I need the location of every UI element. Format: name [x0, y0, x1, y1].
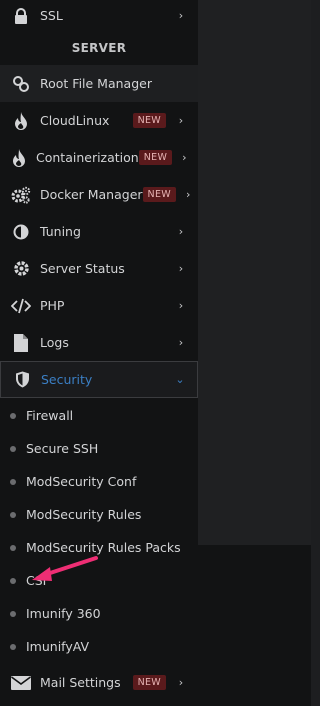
sidebar-item-label: Tuning	[40, 224, 81, 239]
flame-icon	[11, 148, 27, 168]
sidebar-item-php[interactable]: PHP ›	[0, 287, 198, 324]
sidebar-item-logs[interactable]: Logs ›	[0, 324, 198, 361]
envelope-icon	[11, 673, 31, 693]
section-header-server: SERVER	[71, 41, 127, 55]
bullet-icon	[10, 544, 16, 551]
flame-icon	[11, 111, 31, 131]
chevron-right-icon: ›	[178, 336, 184, 349]
sidebar-item-server-status[interactable]: Server Status ›	[0, 250, 198, 287]
lock-icon	[11, 6, 31, 26]
chevron-right-icon: ›	[178, 676, 184, 689]
chevron-right-icon: ›	[185, 188, 191, 201]
submenu-item-label: ModSecurity Rules Packs	[26, 540, 181, 555]
code-icon	[11, 296, 31, 316]
chevron-right-icon: ›	[182, 151, 187, 164]
submenu-item-label: Firewall	[26, 408, 74, 423]
submenu-item-label: ModSecurity Conf	[26, 474, 137, 489]
sidebar-item-label: SSL	[40, 8, 63, 23]
bullet-icon	[10, 643, 16, 650]
sidebar-item-label: Containerization	[36, 150, 139, 165]
bullet-icon	[10, 478, 16, 485]
new-badge: NEW	[132, 675, 166, 690]
submenu-item-imunifyav[interactable]: ImunifyAV	[0, 630, 198, 663]
submenu-item-label: ModSecurity Rules	[26, 507, 142, 522]
submenu-item-modsecurity-conf[interactable]: ModSecurity Conf	[0, 465, 198, 498]
chevron-right-icon: ›	[178, 9, 184, 22]
bullet-icon	[10, 412, 16, 419]
submenu-item-label: Imunify 360	[26, 606, 101, 621]
chevron-right-icon: ›	[178, 299, 184, 312]
sidebar-item-label: Security	[41, 372, 93, 387]
bullet-icon	[10, 610, 16, 617]
sidebar-item-containerization[interactable]: Containerization NEW ›	[0, 139, 198, 176]
sidebar-item-label: Docker Manager	[40, 187, 143, 202]
sidebar-item-root-file-manager[interactable]: Root File Manager	[0, 65, 198, 102]
gears-icon	[11, 185, 31, 205]
submenu-item-modsecurity-rules[interactable]: ModSecurity Rules	[0, 498, 198, 531]
sidebar-item-label: Mail Settings	[40, 675, 121, 690]
sidebar-item-label: PHP	[40, 298, 65, 313]
sidebar-item-label: Root File Manager	[40, 76, 152, 91]
contrast-icon	[11, 222, 31, 242]
sidebar-item-ssl[interactable]: SSL ›	[0, 0, 198, 34]
chevron-down-icon: ⌄	[175, 373, 185, 386]
new-badge: NEW	[142, 187, 176, 202]
file-icon	[11, 333, 31, 353]
shield-icon	[12, 370, 32, 390]
sidebar-item-label: Logs	[40, 335, 69, 350]
gear-icon	[11, 259, 31, 279]
main-content-lower	[198, 545, 311, 706]
submenu-item-secure-ssh[interactable]: Secure SSH	[0, 432, 198, 465]
sidebar-item-tuning[interactable]: Tuning ›	[0, 213, 198, 250]
bullet-icon	[10, 511, 16, 518]
sidebar-item-security[interactable]: Security ⌄	[0, 361, 198, 398]
new-badge: NEW	[138, 150, 173, 165]
bullet-icon	[10, 577, 16, 584]
submenu-item-imunify-360[interactable]: Imunify 360	[0, 597, 198, 630]
sidebar-item-docker-manager[interactable]: Docker Manager NEW ›	[0, 176, 198, 213]
sidebar-item-label: CloudLinux	[40, 113, 110, 128]
bullet-icon	[10, 445, 16, 452]
sidebar-item-cloudlinux[interactable]: CloudLinux NEW ›	[0, 102, 198, 139]
link-icon	[11, 74, 31, 94]
sidebar-item-label: Server Status	[40, 261, 125, 276]
chevron-right-icon: ›	[178, 262, 184, 275]
new-badge: NEW	[132, 113, 166, 128]
chevron-right-icon: ›	[178, 225, 184, 238]
sidebar-item-mail-settings[interactable]: Mail Settings NEW ›	[0, 664, 198, 701]
submenu-item-label: ImunifyAV	[26, 639, 90, 654]
submenu-item-label: Secure SSH	[26, 441, 99, 456]
submenu-item-firewall[interactable]: Firewall	[0, 399, 198, 432]
annotation-arrow-icon	[32, 556, 98, 581]
main-content-area	[198, 0, 311, 545]
chevron-right-icon: ›	[178, 114, 184, 127]
